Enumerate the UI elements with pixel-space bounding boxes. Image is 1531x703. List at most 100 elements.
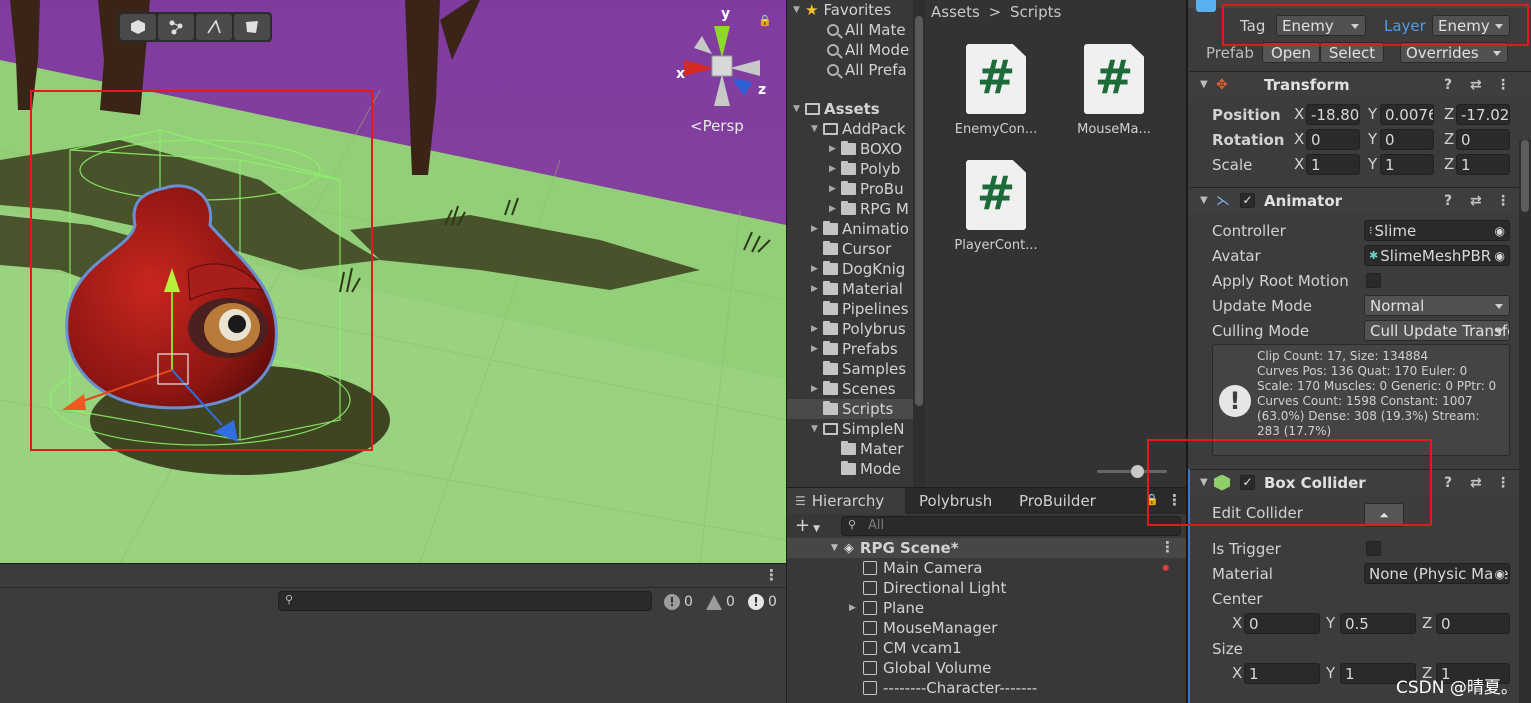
tree-folder-models[interactable]: Mode — [829, 459, 901, 479]
console-warning-counter[interactable]: 0 — [706, 591, 735, 613]
asset-script-mousemanager[interactable]: # MouseMa... — [1059, 44, 1169, 137]
hierarchy-item[interactable]: MouseManager — [863, 618, 997, 638]
tab-probuilder[interactable]: ProBuilder — [1011, 488, 1104, 514]
size-x-field[interactable]: 1 — [1244, 663, 1320, 684]
center-x-field[interactable]: 0 — [1244, 613, 1320, 634]
collapse-arrow-icon[interactable]: ▶ — [811, 224, 823, 234]
hierarchy-item[interactable]: --------Character------- — [863, 678, 1037, 698]
tab-hierarchy[interactable]: ☰ Hierarchy — [787, 488, 905, 514]
box-collider-header[interactable]: ▼ ✓ Box Collider ? ⇄ ⋮ — [1190, 469, 1531, 495]
update-mode-dropdown[interactable]: Normal — [1364, 295, 1510, 316]
tree-folder-polyb[interactable]: ▶ Polyb — [829, 159, 900, 179]
object-picker-icon[interactable]: ◉ — [1492, 248, 1505, 263]
persp-label[interactable]: <Persp — [690, 117, 744, 135]
hierarchy-item[interactable]: Main Camera ⏺ — [863, 558, 1187, 578]
tree-folder-materials[interactable]: Mater — [829, 439, 903, 459]
hierarchy-search-input[interactable]: ⚲ All — [841, 516, 1181, 536]
collapse-arrow-icon[interactable]: ▶ — [849, 603, 863, 613]
tree-folder-pipelines[interactable]: Pipelines — [811, 299, 909, 319]
hierarchy-item[interactable]: Directional Light — [863, 578, 1006, 598]
lock-icon[interactable]: 🔒 — [1145, 493, 1159, 506]
preset-icon[interactable]: ⇄ — [1470, 77, 1482, 93]
vertex-tool-button[interactable] — [158, 14, 194, 40]
scale-x-field[interactable]: 1 — [1306, 154, 1360, 175]
scene-viewport[interactable] — [0, 0, 786, 563]
cube-tool-button[interactable] — [120, 14, 156, 40]
tag-dropdown[interactable]: Enemy — [1276, 15, 1366, 36]
tree-folder-polybrush[interactable]: ▶ Polybrus — [811, 319, 906, 339]
scale-z-field[interactable]: 1 — [1456, 154, 1510, 175]
prefab-overrides-dropdown[interactable]: Overrides — [1400, 42, 1508, 63]
tree-folder-probu[interactable]: ▶ ProBu — [829, 179, 904, 199]
hierarchy-more-icon[interactable]: ⋮ — [1167, 493, 1182, 508]
center-z-field[interactable]: 0 — [1436, 613, 1510, 634]
help-icon[interactable]: ? — [1444, 475, 1452, 491]
asset-script-enemycontroller[interactable]: # EnemyCon... — [941, 44, 1051, 137]
apply-root-motion-checkbox[interactable] — [1366, 273, 1381, 288]
hierarchy-item[interactable]: ▶ Plane — [849, 598, 924, 618]
culling-mode-dropdown[interactable]: Cull Update Transforms — [1364, 320, 1510, 341]
expand-arrow-icon[interactable]: ▼ — [831, 543, 838, 553]
breadcrumb-current[interactable]: Scripts — [1010, 3, 1061, 21]
tree-folder-animation[interactable]: ▶ Animatio — [811, 219, 909, 239]
tree-folder-simplenature[interactable]: ▼ SimpleN — [811, 419, 904, 439]
scene-view[interactable]: y x z 🔒 <Persp — [0, 0, 786, 563]
prefab-select-button[interactable]: Select — [1320, 42, 1384, 63]
expand-arrow-icon[interactable]: ▼ — [793, 5, 805, 15]
collapse-arrow-icon[interactable]: ▶ — [829, 164, 841, 174]
foldout-arrow-icon[interactable]: ▼ — [1200, 477, 1208, 488]
tree-search-all-prefabs[interactable]: All Prefa — [827, 60, 907, 80]
tree-folder-dogknight[interactable]: ▶ DogKnig — [811, 259, 905, 279]
collapse-arrow-icon[interactable]: ▶ — [829, 144, 841, 154]
material-field[interactable]: None (Physic Material) ◉ — [1364, 563, 1510, 584]
foldout-arrow-icon[interactable]: ▼ — [1200, 195, 1208, 206]
hierarchy-item[interactable]: Global Volume — [863, 658, 991, 678]
collapse-arrow-icon[interactable]: ▶ — [811, 284, 823, 294]
console-error-counter[interactable]: ! 0 — [748, 591, 777, 613]
collapse-arrow-icon[interactable]: ▶ — [811, 324, 823, 334]
tree-folder-boxo[interactable]: ▶ BOXO — [829, 139, 902, 159]
tree-folder-cursor[interactable]: Cursor — [811, 239, 891, 259]
tree-search-all-materials[interactable]: All Mate — [827, 20, 906, 40]
tree-favorites[interactable]: ▼ ★ Favorites — [793, 0, 891, 20]
prefab-open-button[interactable]: Open — [1262, 42, 1320, 63]
console-more-icon[interactable]: ⋮ — [764, 568, 779, 583]
collapse-arrow-icon[interactable]: ▶ — [811, 344, 823, 354]
scrollbar-thumb[interactable] — [915, 16, 923, 406]
component-more-icon[interactable]: ⋮ — [1496, 193, 1510, 209]
inspector-scrollbar[interactable] — [1519, 140, 1531, 703]
preset-icon[interactable]: ⇄ — [1470, 475, 1482, 491]
avatar-field[interactable]: ✱ SlimeMeshPBR ◉ — [1364, 245, 1510, 266]
expand-arrow-icon[interactable]: ▼ — [811, 124, 823, 134]
edit-collider-button[interactable]: ⏶ — [1364, 503, 1404, 527]
expand-arrow-icon[interactable]: ▼ — [811, 424, 823, 434]
rotation-z-field[interactable]: 0 — [1456, 129, 1510, 150]
collapse-arrow-icon[interactable]: ▶ — [811, 384, 823, 394]
help-icon[interactable]: ? — [1444, 77, 1452, 93]
icon-size-slider-handle[interactable] — [1131, 465, 1144, 478]
transform-header[interactable]: ▼ ✥ Transform ? ⇄ ⋮ — [1190, 71, 1531, 97]
controller-field[interactable]: ⁝ Slime ◉ — [1364, 220, 1510, 241]
center-y-field[interactable]: 0.5 — [1340, 613, 1416, 634]
add-button[interactable]: + ▼ — [795, 515, 820, 536]
hierarchy-item[interactable]: CM vcam1 — [863, 638, 962, 658]
position-x-field[interactable]: -18.80 — [1306, 104, 1360, 125]
component-more-icon[interactable]: ⋮ — [1496, 475, 1510, 491]
tree-folder-material[interactable]: ▶ Material — [811, 279, 903, 299]
position-y-field[interactable]: 0.0076 — [1380, 104, 1434, 125]
scrollbar-thumb[interactable] — [1521, 140, 1529, 212]
object-picker-icon[interactable]: ◉ — [1492, 566, 1505, 581]
tree-folder-scenes[interactable]: ▶ Scenes — [811, 379, 896, 399]
preset-icon[interactable]: ⇄ — [1470, 193, 1482, 209]
tab-polybrush[interactable]: Polybrush — [911, 488, 1000, 514]
tree-search-all-models[interactable]: All Mode — [827, 40, 909, 60]
project-tree-scrollbar[interactable] — [913, 0, 925, 487]
collapse-arrow-icon[interactable]: ▶ — [811, 264, 823, 274]
rotation-y-field[interactable]: 0 — [1380, 129, 1434, 150]
tree-assets[interactable]: ▼ Assets — [793, 99, 880, 119]
is-trigger-checkbox[interactable] — [1366, 541, 1381, 556]
scale-y-field[interactable]: 1 — [1380, 154, 1434, 175]
expand-arrow-icon[interactable]: ▼ — [793, 104, 805, 114]
component-more-icon[interactable]: ⋮ — [1496, 77, 1510, 93]
tree-folder-prefabs[interactable]: ▶ Prefabs — [811, 339, 898, 359]
